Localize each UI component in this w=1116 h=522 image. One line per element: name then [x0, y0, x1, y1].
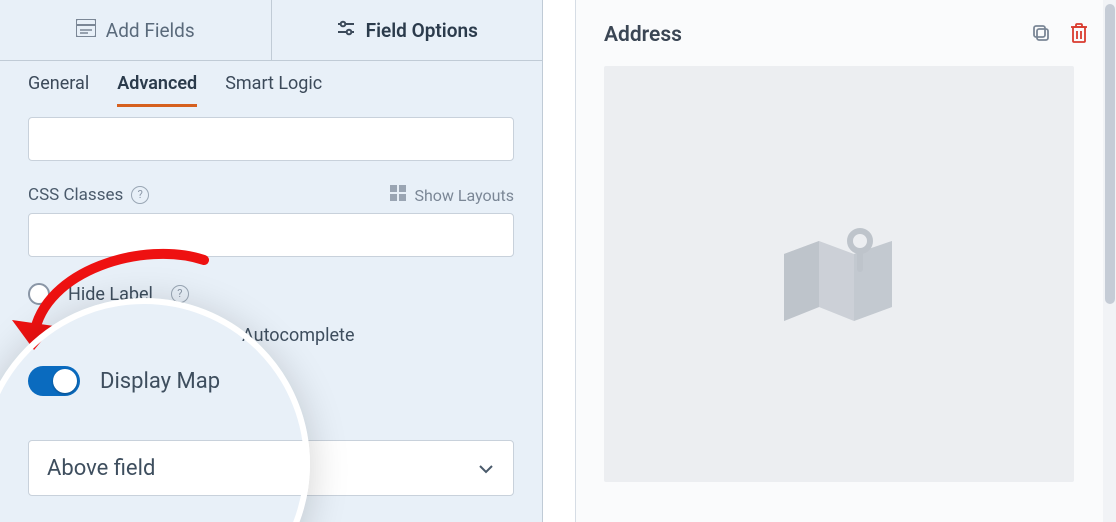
help-icon[interactable]: ? — [171, 285, 189, 303]
grid-icon — [390, 185, 406, 205]
delete-icon[interactable] — [1069, 22, 1089, 48]
map-icon — [774, 209, 904, 339]
css-classes-input[interactable] — [28, 213, 514, 257]
sliders-icon — [336, 19, 356, 42]
prev-text-input[interactable] — [28, 117, 514, 161]
tab-field-options[interactable]: Field Options — [271, 0, 543, 60]
duplicate-icon[interactable] — [1031, 23, 1051, 47]
css-classes-label: CSS Classes — [28, 185, 123, 205]
field-options-sidebar: Add Fields Field Options General Advance… — [0, 0, 543, 522]
preview-scrollbar[interactable] — [1103, 0, 1116, 522]
advanced-panel: CSS Classes ? Show Layouts Hide Label ? … — [0, 107, 542, 496]
scrollbar-thumb[interactable] — [1105, 4, 1115, 304]
sub-tab-smart-logic[interactable]: Smart Logic — [225, 73, 322, 107]
tab-field-options-label: Field Options — [366, 19, 478, 42]
map-placeholder — [604, 66, 1074, 482]
display-map-toggle[interactable] — [28, 366, 80, 396]
form-icon — [76, 19, 96, 42]
sub-tab-general[interactable]: General — [28, 73, 89, 107]
field-title: Address — [604, 23, 682, 47]
show-layouts-button[interactable]: Show Layouts — [390, 185, 514, 205]
help-icon[interactable]: ? — [131, 186, 149, 204]
tab-add-fields-label: Add Fields — [106, 19, 195, 42]
map-position-value: Above field — [47, 456, 155, 481]
panel-divider — [543, 0, 575, 522]
hide-label-text: Hide Label — [68, 284, 153, 305]
autocomplete-label-fragment: Autocomplete — [28, 325, 514, 346]
sub-tab-advanced[interactable]: Advanced — [117, 73, 197, 107]
map-position-select[interactable]: Above field — [28, 440, 514, 496]
hide-label-toggle[interactable] — [28, 283, 50, 305]
display-map-label: Display Map — [100, 369, 220, 394]
display-map-row: Display Map — [28, 366, 514, 396]
primary-tabs: Add Fields Field Options — [0, 0, 542, 61]
hide-label-row: Hide Label ? — [28, 283, 514, 305]
show-layouts-label: Show Layouts — [414, 186, 514, 205]
tab-add-fields[interactable]: Add Fields — [0, 0, 271, 60]
chevron-down-icon — [477, 459, 495, 477]
sub-tabs: General Advanced Smart Logic — [0, 61, 542, 107]
form-preview: Address — [575, 0, 1116, 522]
